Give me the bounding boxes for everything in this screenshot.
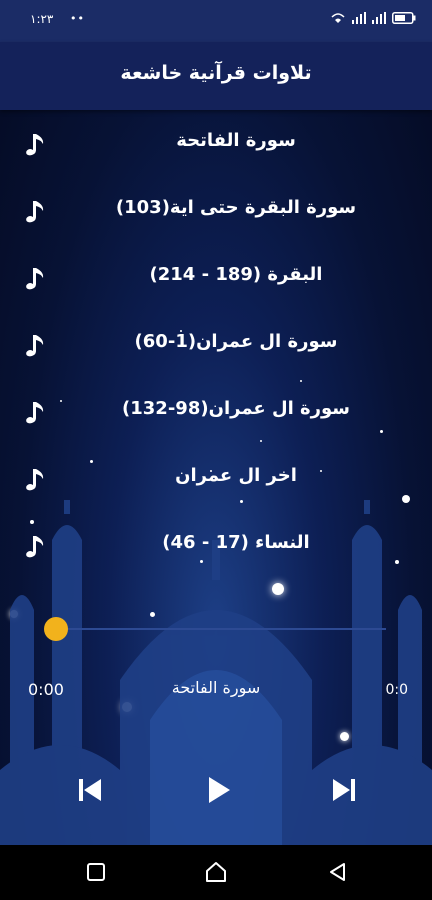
seek-bar[interactable]	[56, 628, 386, 630]
current-time: 0:00	[28, 680, 64, 699]
track-label: البقرة (189 - 214)	[149, 264, 323, 285]
track-label: سورة ال عمران(98-132)	[122, 398, 350, 419]
status-icons	[330, 12, 416, 24]
track-label: سورة الفاتحة	[176, 130, 296, 151]
track-list: سورة الفاتحة سورة البقرة حتى اية(103) ال…	[0, 110, 432, 579]
app-bar: تلاوات قرآنية خاشعة	[0, 42, 432, 110]
track-item[interactable]: النساء (17 - 46)	[0, 512, 432, 579]
player-controls	[0, 770, 432, 810]
music-note-icon	[26, 268, 44, 290]
music-note-icon	[26, 335, 44, 357]
track-item[interactable]: سورة ال عمران(98-132)	[0, 378, 432, 445]
status-bar: ١:٢٣ ••	[0, 0, 432, 42]
notification-dots: ••	[70, 12, 85, 25]
now-playing-title: سورة الفاتحة	[171, 678, 261, 697]
skip-next-icon[interactable]	[324, 770, 364, 810]
music-note-icon	[26, 201, 44, 223]
music-note-icon	[26, 134, 44, 156]
status-time: ١:٢٣	[30, 12, 54, 26]
skip-previous-icon[interactable]	[70, 770, 110, 810]
track-label: سورة البقرة حتى اية(103)	[115, 197, 357, 218]
track-item[interactable]: البقرة (189 - 214)	[0, 244, 432, 311]
recents-icon[interactable]	[84, 860, 108, 884]
home-icon[interactable]	[204, 860, 228, 884]
music-note-icon	[26, 469, 44, 491]
track-label: سورة ال عمران(1-60)	[134, 331, 338, 352]
battery-icon	[392, 12, 416, 24]
duration: 0:0	[385, 682, 408, 698]
back-icon[interactable]	[326, 860, 350, 884]
music-note-icon	[26, 536, 44, 558]
music-note-icon	[26, 402, 44, 424]
signal-icon	[352, 12, 366, 24]
system-nav-bar	[0, 845, 432, 900]
track-item[interactable]: سورة ال عمران(1-60)	[0, 311, 432, 378]
track-item[interactable]: سورة البقرة حتى اية(103)	[0, 177, 432, 244]
seek-thumb[interactable]	[44, 617, 68, 641]
track-label: اخر ال عمران	[175, 465, 297, 486]
track-item[interactable]: اخر ال عمران	[0, 445, 432, 512]
app-title: تلاوات قرآنية خاشعة	[120, 62, 312, 84]
track-item[interactable]: سورة الفاتحة	[0, 110, 432, 177]
wifi-icon	[331, 13, 345, 23]
signal-icon	[372, 12, 386, 24]
play-icon[interactable]	[198, 770, 238, 810]
track-label: النساء (17 - 46)	[162, 532, 310, 553]
screen: ١:٢٣ •• تلاوات قرآنية خاشعة سورة الفاتحة…	[0, 0, 432, 900]
